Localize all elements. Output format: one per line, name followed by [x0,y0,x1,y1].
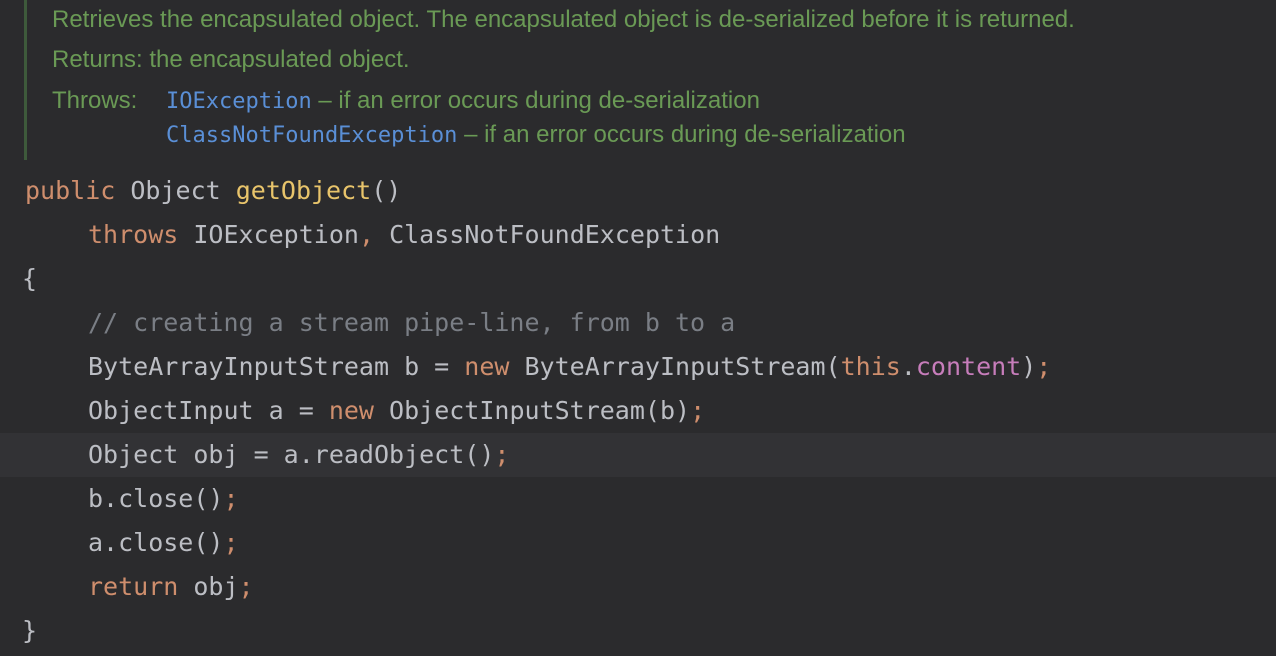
code-line-comment[interactable]: // creating a stream pipe-line, from b t… [0,301,1276,345]
javadoc-throws-text: – if an error occurs during de-serializa… [318,87,760,114]
semicolon: ; [223,528,239,557]
return-value: obj [178,572,239,601]
javadoc-throws-entry: IOException – if an error occurs during … [166,86,760,117]
code-line-a-close[interactable]: a.close(); [0,521,1276,565]
semicolon: ; [238,572,254,601]
code-line-signature[interactable]: public Object getObject() [0,169,1276,213]
javadoc-description: Retrieves the encapsulated object. The e… [52,6,1075,33]
javadoc-returns: Returns: the encapsulated object. [52,45,410,75]
content-field: content [915,352,1022,381]
code-line-throws[interactable]: throws IOException, ClassNotFoundExcepti… [0,213,1276,257]
code-line-ois[interactable]: ObjectInput a = new ObjectInputStream(b)… [0,389,1276,433]
semicolon: ; [690,396,706,425]
ois-declaration: ObjectInput a = [88,396,329,425]
dot: . [900,352,916,381]
a-close-statement: a.close() [88,528,224,557]
ois-constructor: ObjectInputStream(b) [373,396,691,425]
throws-exception: ClassNotFoundException [389,220,721,249]
new-keyword: new [328,396,374,425]
javadoc-block: Retrieves the encapsulated object. The e… [0,0,1276,160]
code-line-close-brace[interactable]: } [0,609,1276,653]
javadoc-throws-entry: ClassNotFoundException – if an error occ… [166,120,906,151]
classnotfoundexception-link[interactable]: ClassNotFoundException [166,123,457,148]
semicolon: ; [494,440,510,469]
throws-keyword: throws [88,220,179,249]
javadoc-throws-text: – if an error occurs during de-serializa… [464,121,906,148]
bais-declaration: ByteArrayInputStream b = [88,352,465,381]
javadoc-throws-label: Throws: [52,87,138,114]
code-line-b-close[interactable]: b.close(); [0,477,1276,521]
method-name: getObject [235,176,372,205]
return-type: Object [130,176,221,205]
throws-exception: IOException [193,220,359,249]
params: () [371,176,402,205]
bais-constructor: ByteArrayInputStream( [509,352,841,381]
javadoc-returns-label: Returns: [52,46,143,73]
ioexception-link[interactable]: IOException [166,89,312,114]
code-comment: // creating a stream pipe-line, from b t… [88,308,736,337]
comma: , [358,220,375,249]
semicolon: ; [223,484,239,513]
return-keyword: return [88,572,179,601]
b-close-statement: b.close() [88,484,224,513]
read-object-statement: Object obj = a.readObject() [88,440,495,469]
open-brace: { [22,264,38,293]
this-keyword: this [840,352,901,381]
code-line-read-object[interactable]: Object obj = a.readObject(); [0,433,1276,477]
close-paren: ) [1021,352,1037,381]
code-line-open-brace[interactable]: { [0,257,1276,301]
code-line-return[interactable]: return obj; [0,565,1276,609]
close-brace: } [22,616,38,645]
semicolon: ; [1036,352,1052,381]
new-keyword: new [464,352,510,381]
javadoc-returns-text: the encapsulated object. [149,46,410,73]
public-keyword: public [25,176,116,205]
javadoc-gutter-bar [24,0,27,160]
code-line-bais[interactable]: ByteArrayInputStream b = new ByteArrayIn… [0,345,1276,389]
